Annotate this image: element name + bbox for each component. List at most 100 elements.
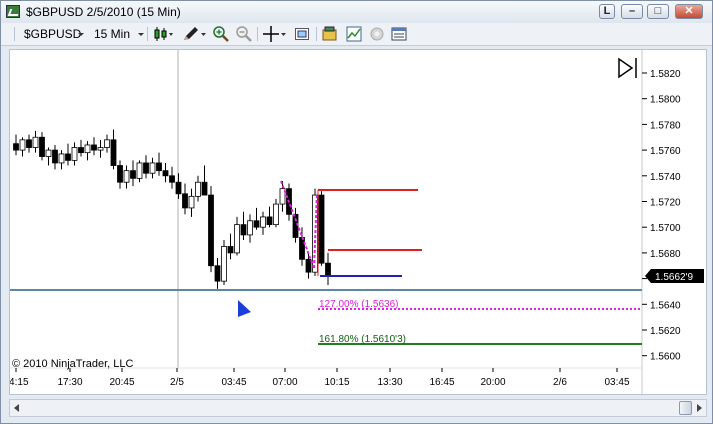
chart-properties-icon[interactable]: [391, 26, 407, 42]
interval-selector[interactable]: 15 Min: [94, 27, 130, 41]
candle-body: [45, 149, 52, 157]
candle: [123, 165, 130, 189]
time-tick-label: 17:30: [57, 377, 82, 388]
time-tick-label: 20:00: [480, 377, 505, 388]
candle: [52, 144, 58, 170]
blue-arrow-marker[interactable]: [238, 300, 251, 317]
candle: [266, 206, 273, 228]
time-tick-label: 03:45: [221, 377, 246, 388]
candle-body: [318, 194, 325, 264]
candle: [240, 211, 247, 241]
copyright-label: © 2010 NinjaTrader, LLC: [12, 358, 133, 370]
candle: [325, 252, 331, 286]
instrument-selector[interactable]: $GBPUSD: [24, 27, 81, 41]
candle-body: [247, 220, 253, 236]
candle-body: [65, 153, 71, 161]
candle-body: [143, 162, 149, 174]
candle: [234, 216, 240, 256]
candle-body: [110, 139, 117, 166]
drawing-tool-pencil-icon[interactable]: [182, 26, 206, 42]
candle: [136, 160, 143, 183]
candle-body: [305, 258, 312, 273]
candle-body: [97, 147, 104, 151]
price-tick-label: 1.5820: [650, 69, 681, 80]
candle: [149, 157, 156, 179]
chart-style-candlestick-icon[interactable]: [153, 26, 173, 42]
price-tick-label: 1.5700: [650, 223, 681, 234]
maximize-button[interactable]: □: [647, 4, 669, 19]
zoom-in-icon[interactable]: [213, 26, 229, 42]
toolbar-separator: [257, 27, 258, 41]
time-tick-label: 20:45: [109, 377, 134, 388]
price-chart[interactable]: 1.5820 1.5800 1.5780 1.5760 1.5740 1.5720 1.57…: [10, 50, 706, 394]
candle: [162, 162, 169, 183]
candle-body: [91, 144, 97, 151]
price-chart-panel[interactable]: 1.5820 1.5800 1.5780 1.5760 1.5740 1.5720 1.57…: [9, 49, 707, 395]
candle-body: [162, 170, 169, 177]
time-axis: 14:15 17:30 20:45 2/5 03:45 07:00 10:15 13:30 16…: [10, 368, 630, 388]
scroll-to-end-icon[interactable]: [618, 57, 637, 79]
candle: [143, 155, 149, 179]
time-tick-label: 2/5: [170, 377, 184, 388]
candle: [182, 183, 188, 215]
candle: [104, 134, 110, 153]
close-button[interactable]: ✕: [675, 4, 703, 19]
indicators-icon[interactable]: [346, 26, 362, 42]
interval-dropdown-icon[interactable]: [138, 33, 144, 36]
candle-body: [201, 181, 208, 196]
candle: [273, 198, 279, 228]
fib-extension-leg-1[interactable]: [280, 180, 315, 269]
candle-body: [221, 246, 227, 282]
candle: [156, 152, 162, 176]
price-tick-label: 1.5680: [650, 249, 681, 260]
candle-body: [149, 162, 156, 174]
scroll-right-icon[interactable]: [697, 404, 702, 412]
candle-body: [240, 224, 247, 236]
scroll-left-icon[interactable]: [14, 404, 19, 412]
candle: [19, 137, 26, 157]
last-price-marker: 1.5662'9: [645, 269, 704, 283]
minimize-button[interactable]: –: [621, 4, 643, 19]
candle-body: [195, 181, 201, 197]
candle: [279, 180, 286, 212]
price-tick-label: 1.5760: [650, 146, 681, 157]
time-tick-label: 03:45: [604, 377, 629, 388]
candle: [97, 139, 104, 158]
candle: [188, 188, 195, 217]
candle: [227, 233, 234, 260]
candle-body: [136, 162, 143, 179]
price-tick-label: 1.5720: [650, 198, 681, 209]
candle-body: [299, 237, 305, 260]
help-button[interactable]: L: [599, 4, 615, 19]
strategies-icon[interactable]: [322, 26, 338, 42]
scrollbar-thumb[interactable]: [679, 401, 692, 415]
horizontal-scrollbar[interactable]: [9, 399, 707, 417]
candle: [13, 134, 19, 156]
candle-body: [273, 203, 279, 226]
candle-body: [227, 246, 234, 254]
candle-body: [214, 265, 221, 282]
candle: [84, 141, 91, 161]
candle-body: [32, 136, 39, 148]
candle-body: [58, 153, 65, 164]
fib-127-label: 127.00% (1.5636): [319, 299, 399, 310]
price-tick-label: 1.5640: [650, 300, 681, 311]
properties-gray-icon[interactable]: [369, 26, 385, 42]
candle-body: [19, 139, 26, 151]
title-bar[interactable]: $GBPUSD 2/5/2010 (15 Min) L – □ ✕: [1, 1, 712, 24]
data-box-icon[interactable]: [294, 26, 310, 42]
crosshair-icon[interactable]: [263, 26, 287, 42]
zoom-out-icon[interactable]: [236, 26, 252, 42]
last-price-label: 1.5662'9: [655, 272, 693, 283]
toolbar-grip: [14, 27, 15, 41]
candle: [39, 132, 45, 161]
candle-body: [117, 165, 123, 183]
candle-body: [253, 220, 260, 228]
candle-body: [156, 162, 162, 172]
candle: [214, 258, 221, 289]
candle-body: [208, 194, 214, 267]
candle: [58, 150, 65, 170]
candle: [253, 207, 260, 230]
instrument-dropdown-icon[interactable]: [78, 33, 84, 36]
candle-body: [175, 181, 182, 195]
